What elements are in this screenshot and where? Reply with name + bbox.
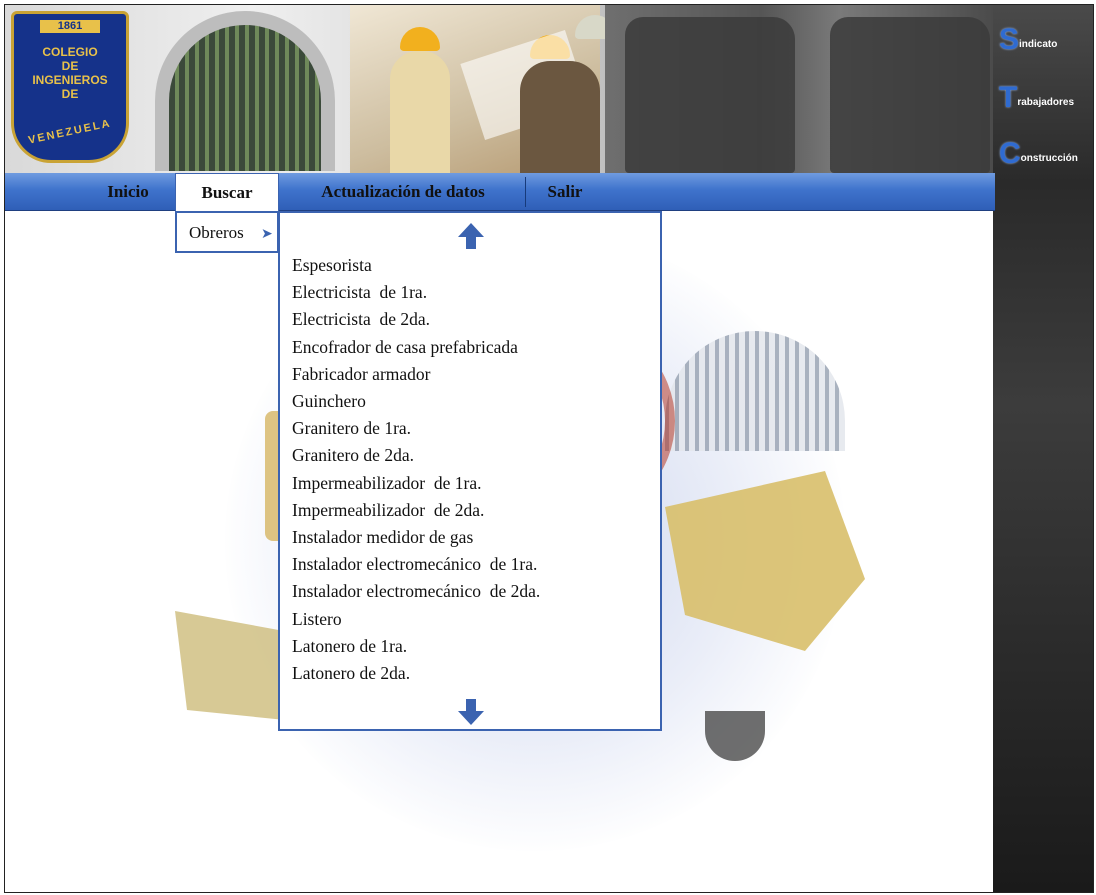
occupation-item[interactable]: Electricista de 1ra.: [292, 282, 427, 303]
occupation-item[interactable]: Impermeabilizador de 1ra.: [292, 473, 482, 494]
submenu-obreros[interactable]: Obreros: [189, 223, 244, 243]
monument-stone: [625, 17, 795, 173]
nav-actualizacion-datos[interactable]: Actualización de datos: [281, 173, 525, 211]
occupation-item[interactable]: Granitero de 2da.: [292, 445, 414, 466]
nav-inicio[interactable]: Inicio: [85, 173, 171, 211]
occupation-item[interactable]: Latonero de 1ra.: [292, 636, 407, 657]
occupation-item[interactable]: Instalador electromecánico de 2da.: [292, 581, 540, 602]
main-nav-bar: Inicio Buscar Actualización de datos Sal…: [5, 173, 995, 211]
gate-arch-photo: [155, 11, 335, 171]
sidebar-word: Construcción: [999, 137, 1078, 171]
sidebar-initial: C: [999, 137, 1021, 170]
occupation-item[interactable]: Electricista de 2da.: [292, 309, 430, 330]
engineer-figure: [390, 51, 450, 173]
sidebar-rest: onstrucción: [1020, 153, 1078, 164]
arrow-up-icon[interactable]: [456, 221, 486, 251]
nav-buscar[interactable]: Buscar: [175, 173, 279, 211]
occupation-item[interactable]: Granitero de 1ra.: [292, 418, 411, 439]
arrow-right-icon: ➤: [261, 227, 273, 242]
sidebar-rest: rabajadores: [1017, 97, 1075, 108]
occupation-item[interactable]: Espesorista: [292, 255, 372, 276]
sidebar-word: Trabajadores: [999, 81, 1074, 115]
occupation-item[interactable]: Instalador medidor de gas: [292, 527, 473, 548]
occupation-item[interactable]: Latonero de 2da.: [292, 663, 410, 684]
nav-salir[interactable]: Salir: [529, 173, 601, 211]
logo-line: DE: [61, 87, 79, 101]
sidebar-rest: indicato: [1019, 39, 1058, 50]
occupation-item[interactable]: Fabricador armador: [292, 364, 430, 385]
logo-line: COLEGIO: [42, 45, 98, 59]
occupation-list-menu: Espesorista Electricista de 1ra. Electrici…: [278, 211, 662, 731]
monument-stone: [830, 17, 990, 173]
colegio-ingenieros-logo: 1861 COLEGIO DE INGENIEROS DE VENEZUELA: [11, 11, 129, 163]
occupation-item[interactable]: Encofrador de casa prefabricada: [292, 337, 518, 358]
sidebar-initial: T: [999, 81, 1018, 114]
buscar-submenu: Obreros ➤: [175, 211, 279, 253]
logo-year: 1861: [40, 20, 100, 33]
occupation-item[interactable]: Listero: [292, 609, 342, 630]
helmet-icon: [400, 27, 440, 51]
occupation-item[interactable]: Guinchero: [292, 391, 366, 412]
nav-divider: [525, 177, 526, 207]
arrow-down-icon[interactable]: [456, 697, 486, 727]
occupation-item[interactable]: Instalador electromecánico de 1ra.: [292, 554, 537, 575]
page-frame: 1861 COLEGIO DE INGENIEROS DE VENEZUELA …: [4, 4, 1094, 893]
engineer-figure: [520, 61, 600, 173]
sidebar-initial: S: [999, 23, 1020, 56]
logo-arc-text: VENEZUELA: [27, 117, 113, 147]
occupation-item[interactable]: Impermeabilizador de 2da.: [292, 500, 484, 521]
monument-stones-photo: [605, 5, 995, 173]
engineers-photo: [350, 5, 615, 173]
logo-line: DE: [61, 59, 79, 73]
sindicato-sidebar: Sindicato Trabajadores Construcción: [993, 5, 1093, 892]
sidebar-word: Sindicato: [999, 23, 1057, 57]
header-banner: 1861 COLEGIO DE INGENIEROS DE VENEZUELA: [5, 5, 995, 173]
logo-line: INGENIEROS: [32, 73, 108, 87]
